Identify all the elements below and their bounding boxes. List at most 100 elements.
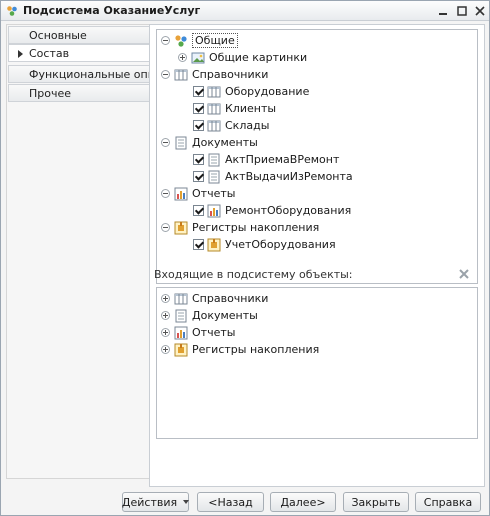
close-window-button[interactable] bbox=[473, 4, 487, 17]
collapse-icon[interactable] bbox=[161, 189, 170, 198]
include-checkbox[interactable] bbox=[193, 154, 204, 165]
tree-label: Общие bbox=[192, 33, 238, 48]
tree-label: Клиенты bbox=[225, 102, 277, 115]
report-icon bbox=[207, 204, 221, 218]
tree-row-act-issue[interactable]: АктВыдачиИзРемонта bbox=[193, 168, 353, 185]
tree-label: Склады bbox=[225, 119, 270, 132]
report-icon bbox=[174, 187, 188, 201]
include-checkbox[interactable] bbox=[193, 86, 204, 97]
expand-icon[interactable] bbox=[161, 345, 170, 354]
catalog-icon bbox=[207, 85, 221, 99]
tree-label: АктПриемаВРемонт bbox=[225, 153, 340, 166]
button-label: <Назад bbox=[208, 495, 253, 509]
tree-row-registers[interactable]: Регистры накопления bbox=[161, 219, 319, 236]
catalog-icon bbox=[207, 119, 221, 133]
content-panel: Общие Общие картинки Справочники Оборудо… bbox=[149, 24, 485, 487]
tree-label: Документы bbox=[192, 136, 258, 149]
window-title: Подсистема ОказаниеУслуг bbox=[23, 4, 201, 17]
catalog-icon bbox=[207, 102, 221, 116]
actions-button[interactable]: Действия bbox=[121, 492, 190, 512]
included-row-registers[interactable]: Регистры накопления bbox=[161, 341, 319, 358]
nav-item-other[interactable]: Прочее bbox=[8, 84, 154, 102]
tree-row-pictures[interactable]: Общие картинки bbox=[178, 49, 307, 66]
expand-icon[interactable] bbox=[161, 328, 170, 337]
button-label: Действия bbox=[121, 495, 178, 509]
nav-item-label: Основные bbox=[29, 29, 87, 42]
included-row-documents[interactable]: Документы bbox=[161, 307, 258, 324]
nav-panel: Основные Состав Функциональные опции Про… bbox=[6, 24, 169, 479]
tree-row-general[interactable]: Общие bbox=[161, 32, 238, 49]
tree-label: Отчеты bbox=[192, 187, 236, 200]
report-icon bbox=[174, 326, 188, 340]
objects-tree[interactable]: Общие Общие картинки Справочники Оборудо… bbox=[156, 29, 478, 284]
register-icon bbox=[174, 221, 188, 235]
clear-icon[interactable] bbox=[458, 268, 470, 280]
tree-label: УчетОборудования bbox=[225, 238, 336, 251]
nav-item-label: Состав bbox=[29, 47, 70, 60]
tree-label: Справочники bbox=[192, 292, 269, 305]
register-icon bbox=[207, 238, 221, 252]
next-button[interactable]: Далее> bbox=[270, 492, 336, 512]
button-label: Далее> bbox=[280, 495, 326, 509]
tree-label: АктВыдачиИзРемонта bbox=[225, 170, 353, 183]
back-button[interactable]: <Назад bbox=[197, 492, 264, 512]
minimize-icon bbox=[439, 12, 447, 15]
picture-icon bbox=[191, 51, 205, 65]
tree-row-repair-report[interactable]: РемонтОборудования bbox=[193, 202, 351, 219]
include-checkbox[interactable] bbox=[193, 205, 204, 216]
include-checkbox[interactable] bbox=[193, 171, 204, 182]
dialog-window: Подсистема ОказаниеУслуг Основные Состав… bbox=[0, 0, 490, 516]
document-icon bbox=[207, 170, 221, 184]
tree-row-equipment[interactable]: Оборудование bbox=[193, 83, 309, 100]
title-bar[interactable]: Подсистема ОказаниеУслуг bbox=[1, 1, 489, 21]
expand-icon[interactable] bbox=[161, 294, 170, 303]
tree-row-act-receive[interactable]: АктПриемаВРемонт bbox=[193, 151, 339, 168]
document-icon bbox=[174, 136, 188, 150]
nav-item-main[interactable]: Основные bbox=[8, 26, 154, 44]
tree-label: Общие картинки bbox=[209, 51, 308, 64]
nav-item-content[interactable]: Состав bbox=[8, 44, 154, 62]
help-button[interactable]: Справка bbox=[415, 492, 481, 512]
minimize-button[interactable] bbox=[436, 4, 450, 17]
button-label: Закрыть bbox=[351, 495, 401, 509]
tree-label: РемонтОборудования bbox=[225, 204, 352, 217]
nav-item-label: Прочее bbox=[29, 87, 72, 100]
include-checkbox[interactable] bbox=[193, 120, 204, 131]
included-objects-tree[interactable]: Справочники Документы Отчеты Регистры на… bbox=[156, 287, 478, 439]
catalog-icon bbox=[174, 68, 188, 82]
collapse-icon[interactable] bbox=[161, 70, 170, 79]
catalog-icon bbox=[174, 292, 188, 306]
expand-icon[interactable] bbox=[178, 53, 187, 62]
collapse-icon[interactable] bbox=[161, 223, 170, 232]
tree-row-equipment-accounting[interactable]: УчетОборудования bbox=[193, 236, 336, 253]
subsystem-icon bbox=[7, 6, 17, 16]
tree-label: Отчеты bbox=[192, 326, 236, 339]
tree-label: Регистры накопления bbox=[192, 343, 320, 356]
expand-icon[interactable] bbox=[161, 311, 170, 320]
document-icon bbox=[174, 309, 188, 323]
tree-label: Регистры накопления bbox=[192, 221, 320, 234]
included-row-reports[interactable]: Отчеты bbox=[161, 324, 235, 341]
tree-row-warehouses[interactable]: Склады bbox=[193, 117, 269, 134]
close-icon bbox=[475, 5, 485, 16]
collapse-icon[interactable] bbox=[161, 138, 170, 147]
tree-row-reports[interactable]: Отчеты bbox=[161, 185, 235, 202]
maximize-button[interactable] bbox=[455, 4, 469, 17]
dropdown-arrow-icon bbox=[183, 500, 190, 504]
tree-label: Оборудование bbox=[225, 85, 310, 98]
included-row-catalogs[interactable]: Справочники bbox=[161, 290, 268, 307]
tree-label: Документы bbox=[192, 309, 258, 322]
nav-item-functional-options[interactable]: Функциональные опции bbox=[8, 65, 169, 83]
collapse-icon[interactable] bbox=[161, 36, 170, 45]
included-objects-label: Входящие в подсистему объекты: bbox=[154, 268, 353, 281]
close-button[interactable]: Закрыть bbox=[343, 492, 409, 512]
document-icon bbox=[207, 153, 221, 167]
button-label: Справка bbox=[423, 495, 473, 509]
tree-row-catalogs[interactable]: Справочники bbox=[161, 66, 268, 83]
include-checkbox[interactable] bbox=[193, 239, 204, 250]
include-checkbox[interactable] bbox=[193, 103, 204, 114]
tree-row-clients[interactable]: Клиенты bbox=[193, 100, 276, 117]
selected-arrow-icon bbox=[18, 50, 23, 58]
tree-row-documents[interactable]: Документы bbox=[161, 134, 258, 151]
maximize-icon bbox=[457, 5, 467, 16]
